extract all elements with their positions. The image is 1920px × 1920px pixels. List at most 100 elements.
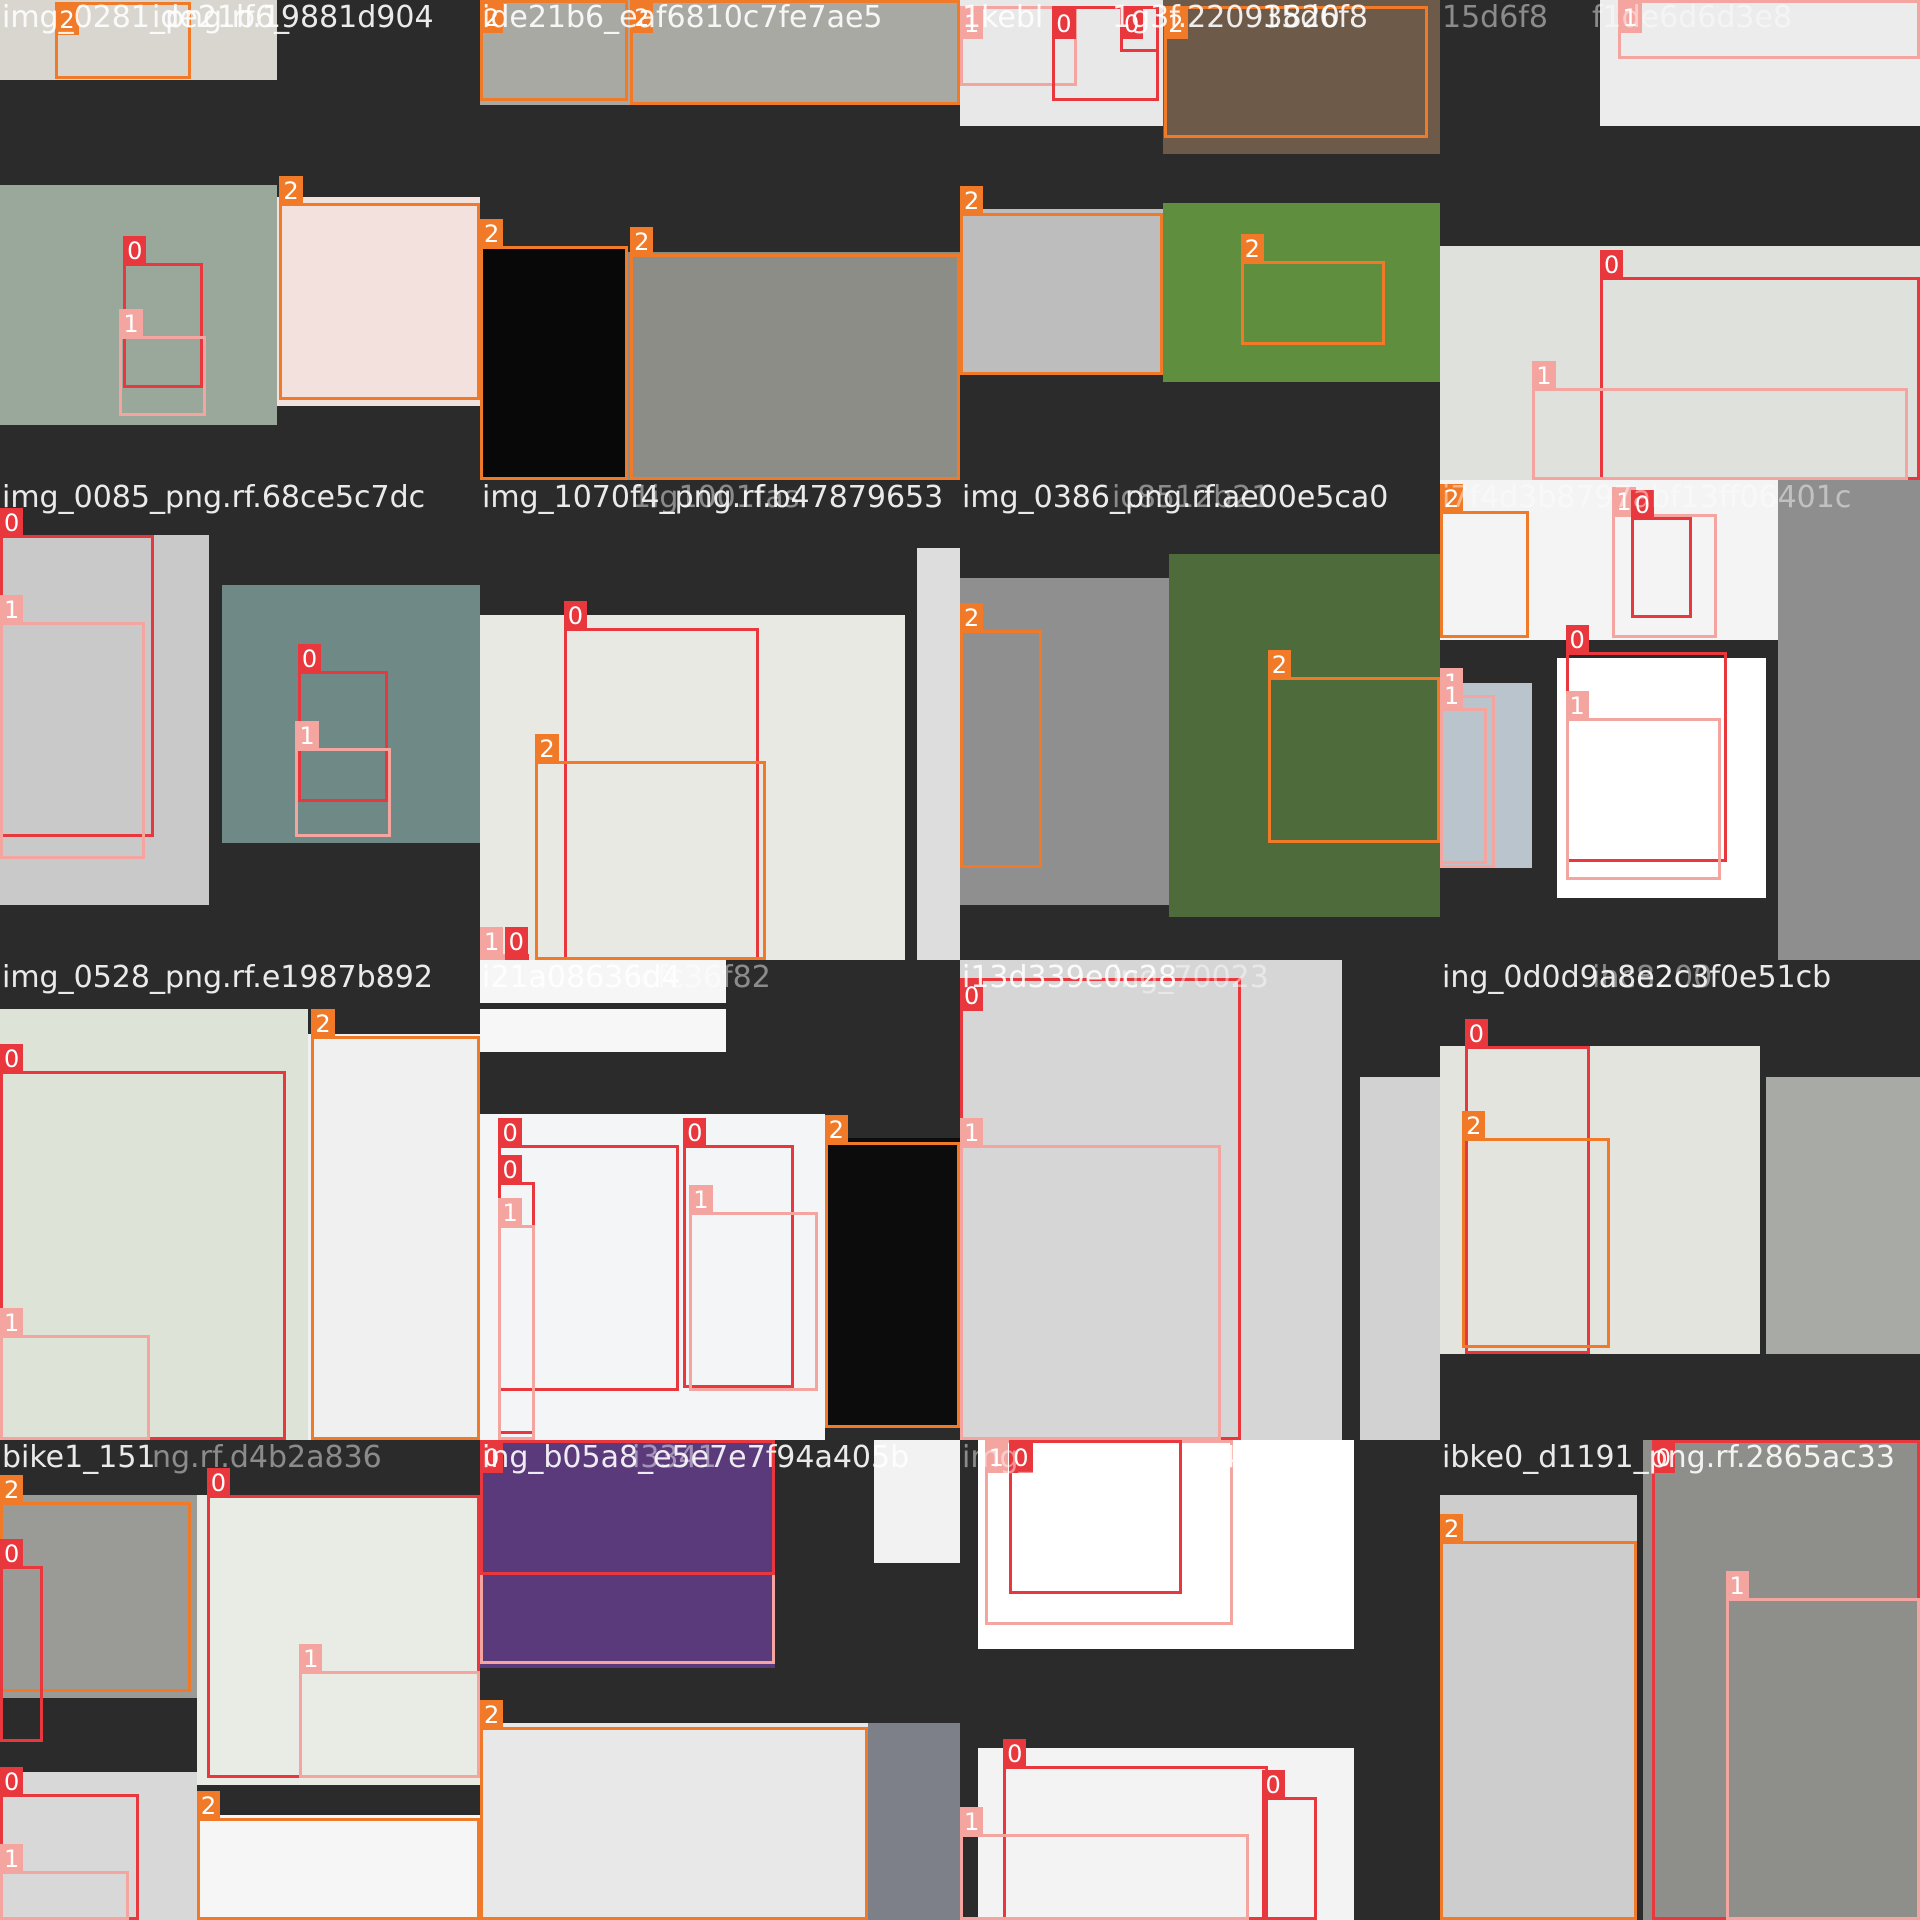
mosaic-tile: 102ing_b05a8_e5e7e7f94a405bi3341 — [480, 1440, 960, 1920]
image-filename: 15d6f8 — [1442, 0, 1548, 35]
class-label: 1 — [0, 594, 24, 625]
class-label: 0 — [1261, 1769, 1285, 1800]
bbox-class-2: 2 — [1440, 1513, 1637, 1920]
class-label: 1 — [299, 1644, 323, 1675]
bbox-class-2: 2 — [311, 1009, 480, 1440]
mosaic-tile: 1 0 1 15d6f8 f1de6d6d3e8 — [1440, 0, 1920, 480]
class-label: 2 — [824, 1115, 848, 1146]
class-label: 0 — [1003, 1739, 1027, 1770]
photo-region — [916, 547, 960, 960]
class-label: 1 — [689, 1185, 713, 1216]
class-label: 2 — [480, 219, 504, 250]
mosaic-tile: 0 2 ing_0d0d9a8e2c3f0e51cb ihc8200 — [1440, 960, 1920, 1440]
bbox-class-0: 0 — [0, 1538, 44, 1742]
image-filename: i3341 — [632, 1440, 717, 1475]
bbox-class-1: 1 — [1440, 680, 1487, 864]
class-label: 2 — [279, 176, 303, 207]
class-label: 2 — [196, 1790, 221, 1821]
bbox-class-2: 2 — [824, 1115, 960, 1428]
image-filename: f1de6d6d3e8 — [1592, 0, 1793, 35]
bbox-class-1: 1 — [295, 721, 392, 837]
bbox-class-2: 2 — [1462, 1111, 1610, 1348]
photo-region — [1360, 1076, 1440, 1440]
mosaic-tile: 1 0 0 0 1 img_3b43e 1f241044df — [960, 1440, 1440, 1920]
bbox-class-1: 1 — [1725, 1570, 1920, 1920]
image-filename: img_3b43e — [962, 1440, 1129, 1475]
bbox-class-1: 1 — [498, 1197, 536, 1440]
bbox-class-1: 1 — [0, 1843, 130, 1920]
image-filename: bike1_151 — [2, 1440, 156, 1475]
mosaic-tile: 2 0 1 ibke0_d1191_png.rf.2865ac33 — [1440, 1440, 1920, 1920]
bbox-class-2: 2 — [535, 733, 766, 960]
class-label: 0 — [498, 1154, 522, 1185]
bbox-class-1: 1 — [960, 1117, 1221, 1440]
bbox-class-0: 0 — [1261, 1769, 1317, 1920]
mosaic-tile: 0 0 1 0 1 2 i21a08636d4 icfc36f82 — [480, 960, 960, 1440]
class-label: 0 — [1052, 9, 1076, 40]
class-label: 0 — [0, 1043, 24, 1074]
class-label: 1 — [960, 1806, 984, 1837]
class-label: 1 — [960, 1117, 984, 1148]
photo-region — [1766, 1076, 1920, 1354]
mosaic-tile: 2100111i7f4d3b8797abf13ff06401c — [1440, 480, 1920, 960]
class-label: 1 — [480, 926, 504, 957]
mosaic-tile: 2 0 1 2 img_0281_png.rf.19881d904 ide21b6_ — [0, 0, 480, 480]
image-filename: img_0528_png.rf.e1987b892 — [2, 960, 433, 995]
photo-region — [1778, 480, 1920, 960]
class-label: 0 — [297, 643, 322, 674]
bbox-class-2: 2 — [960, 603, 1043, 868]
class-label: 0 — [683, 1117, 707, 1148]
image-filename: 15d6f8 — [1262, 0, 1368, 35]
class-label: 2 — [311, 1009, 335, 1040]
image-filename: icfc36f82 — [632, 960, 771, 995]
class-label: 1 — [0, 1308, 24, 1339]
class-label: 2 — [960, 185, 984, 216]
class-label: 1 — [0, 1843, 24, 1874]
image-filename: ng.rf.d4b2a836 — [152, 1440, 382, 1475]
class-label: 2 — [535, 733, 559, 764]
image-filename: ide21b6_ — [152, 0, 290, 35]
bbox-class-1: 1 — [0, 1308, 151, 1440]
bbox-class-2: 2 — [480, 1699, 868, 1920]
image-filename: ihc8200 — [1592, 960, 1713, 995]
bbox-class-2: 2 — [1267, 649, 1440, 844]
image-filename: 1f241044df — [1112, 1440, 1286, 1475]
mosaic-tile: 0 1 i13d339e0c28 ing_70023 — [960, 960, 1440, 1440]
class-label: 2 — [1462, 1111, 1486, 1142]
image-filename: ic8512b21 — [1112, 480, 1271, 515]
bbox-class-1: 1 — [119, 309, 206, 416]
bbox-class-2: 2 — [630, 226, 960, 480]
image-filename: ing_70023 — [1112, 960, 1269, 995]
class-label: 2 — [960, 603, 984, 634]
class-label: 0 — [1464, 1019, 1488, 1050]
class-label: 1 — [498, 1197, 522, 1228]
class-label: 2 — [1267, 649, 1291, 680]
class-label: 1 — [1565, 690, 1589, 721]
class-label: 0 — [498, 1117, 522, 1148]
bbox-class-1: 1 — [689, 1185, 819, 1391]
mosaic-tile: 0 1 2 img_0528_png.rf.e1987b892 — [0, 960, 480, 1440]
bbox-class-0: 0 — [1630, 489, 1693, 618]
mosaic-tile: 2 2 2 2 ide21b6_eaf6810c7fe7ae5 — [480, 0, 960, 480]
class-label: 0 — [1600, 249, 1624, 280]
bbox-class-1: 1 — [1532, 360, 1908, 480]
class-label: 0 — [563, 600, 587, 631]
class-label: 1 — [119, 309, 143, 339]
image-filename: ibke0_d1191_png.rf.2865ac33 — [1442, 1440, 1895, 1475]
class-label: 1 — [1725, 1570, 1749, 1601]
mosaic-tile: 1 0 0 2 2 2 1kebl 1g3f.22093820 15d6f8 — [960, 0, 1440, 480]
bbox-class-2: 2 — [1440, 483, 1529, 638]
image-filename: i7f4d3b8797abf13ff06401c — [1442, 480, 1852, 515]
class-label: 1 — [1440, 680, 1464, 711]
class-label: 0 — [0, 1767, 24, 1798]
bbox-class-2: 2 — [960, 185, 1164, 376]
mosaic-tile: 2 0 0 1 0 1 2 bike1_151 ng.rf.d4b2a836 — [0, 1440, 480, 1920]
class-label: 0 — [1565, 625, 1589, 656]
bbox-class-2: 2 — [1240, 233, 1385, 345]
bbox-class-2: 2 — [480, 219, 628, 480]
bbox-class-1: 1 — [0, 594, 146, 860]
image-filename: ide21b6_eaf6810c7fe7ae5 — [482, 0, 883, 35]
class-label: 2 — [630, 226, 654, 257]
class-label: 0 — [123, 236, 147, 267]
class-label: 1 — [1532, 360, 1556, 391]
